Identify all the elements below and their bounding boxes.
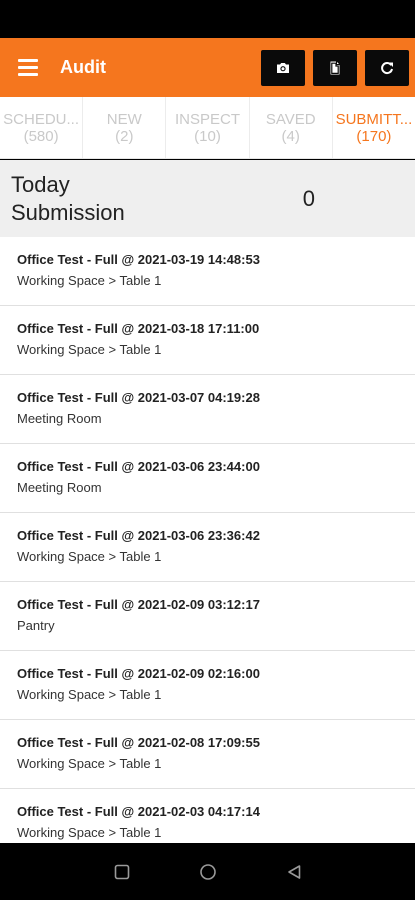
refresh-button[interactable]	[365, 49, 409, 86]
tab-label: SAVED	[265, 110, 316, 128]
tab-count: (170)	[356, 127, 392, 145]
refresh-icon	[381, 61, 393, 74]
toolbar-actions	[261, 49, 409, 86]
item-location: Working Space > Table 1	[17, 549, 162, 564]
item-title: Office Test - Full @ 2021-03-18 17:11:00	[17, 321, 260, 336]
item-location: Pantry	[17, 618, 55, 633]
tab-inspect[interactable]: INSPECT (10)	[166, 97, 250, 158]
summary-count: 0	[302, 185, 315, 211]
app-bar: Audit	[0, 38, 415, 97]
list-item[interactable]: Office Test - Full @ 2021-02-09 02:16:00…	[0, 651, 415, 720]
tab-label: SCHEDU...	[3, 110, 80, 128]
tab-new[interactable]: NEW (2)	[83, 97, 167, 158]
home-icon	[199, 863, 216, 880]
list-item[interactable]: Office Test - Full @ 2021-02-09 03:12:17…	[0, 582, 415, 651]
item-location: Working Space > Table 1	[17, 342, 162, 357]
item-title: Office Test - Full @ 2021-03-06 23:36:42	[17, 528, 260, 543]
back-button[interactable]	[282, 860, 306, 884]
tab-saved[interactable]: SAVED (4)	[250, 97, 333, 158]
today-submission-summary: Today Submission 0	[0, 160, 415, 237]
list-item[interactable]: Office Test - Full @ 2021-03-18 17:11:00…	[0, 306, 415, 375]
page-title: Audit	[60, 57, 106, 77]
tab-label: INSPECT	[175, 110, 241, 128]
list-item[interactable]: Office Test - Full @ 2021-02-08 17:09:55…	[0, 720, 415, 789]
summary-label: Today Submission	[11, 171, 125, 225]
tab-count: (580)	[23, 127, 59, 145]
item-title: Office Test - Full @ 2021-02-03 04:17:14	[17, 804, 260, 819]
tab-scheduled[interactable]: SCHEDU... (580)	[0, 97, 84, 158]
tab-count: (4)	[281, 127, 300, 145]
item-title: Office Test - Full @ 2021-03-07 04:19:28	[17, 390, 260, 405]
tab-count: (10)	[194, 127, 221, 145]
back-icon	[287, 864, 300, 879]
list-item[interactable]: Office Test - Full @ 2021-03-06 23:44:00…	[0, 444, 415, 513]
hamburger-menu-icon[interactable]	[18, 53, 48, 83]
recents-icon	[114, 864, 129, 879]
document-button[interactable]	[313, 49, 357, 86]
item-location: Meeting Room	[17, 411, 102, 426]
submission-list: Office Test - Full @ 2021-03-19 14:48:53…	[0, 237, 415, 843]
item-title: Office Test - Full @ 2021-03-06 23:44:00	[17, 459, 260, 474]
list-item[interactable]: Office Test - Full @ 2021-03-07 04:19:28…	[0, 375, 415, 444]
list-item[interactable]: Office Test - Full @ 2021-02-03 04:17:14…	[0, 789, 415, 843]
item-title: Office Test - Full @ 2021-02-09 02:16:00	[17, 666, 260, 681]
home-button[interactable]	[196, 860, 220, 884]
item-location: Working Space > Table 1	[17, 825, 162, 840]
item-location: Working Space > Table 1	[17, 756, 162, 771]
item-title: Office Test - Full @ 2021-02-08 17:09:55	[17, 735, 260, 750]
status-tabs: SCHEDU... (580) NEW (2) INSPECT (10) SAV…	[0, 97, 415, 159]
list-item[interactable]: Office Test - Full @ 2021-03-06 23:36:42…	[0, 513, 415, 582]
item-location: Meeting Room	[17, 480, 102, 495]
item-title: Office Test - Full @ 2021-02-09 03:12:17	[17, 597, 260, 612]
camera-button[interactable]	[261, 49, 305, 86]
system-nav-bar	[0, 843, 415, 900]
document-icon	[330, 61, 340, 74]
tab-submitted[interactable]: SUBMITT... (170)	[333, 97, 415, 158]
item-location: Working Space > Table 1	[17, 273, 162, 288]
tab-label: SUBMITT...	[335, 110, 413, 128]
item-title: Office Test - Full @ 2021-03-19 14:48:53	[17, 252, 260, 267]
camera-icon	[277, 62, 289, 73]
tab-count: (2)	[115, 127, 134, 145]
recents-button[interactable]	[110, 860, 134, 884]
item-location: Working Space > Table 1	[17, 687, 162, 702]
list-item[interactable]: Office Test - Full @ 2021-03-19 14:48:53…	[0, 237, 415, 306]
tab-label: NEW	[106, 110, 142, 128]
status-bar	[0, 0, 415, 38]
